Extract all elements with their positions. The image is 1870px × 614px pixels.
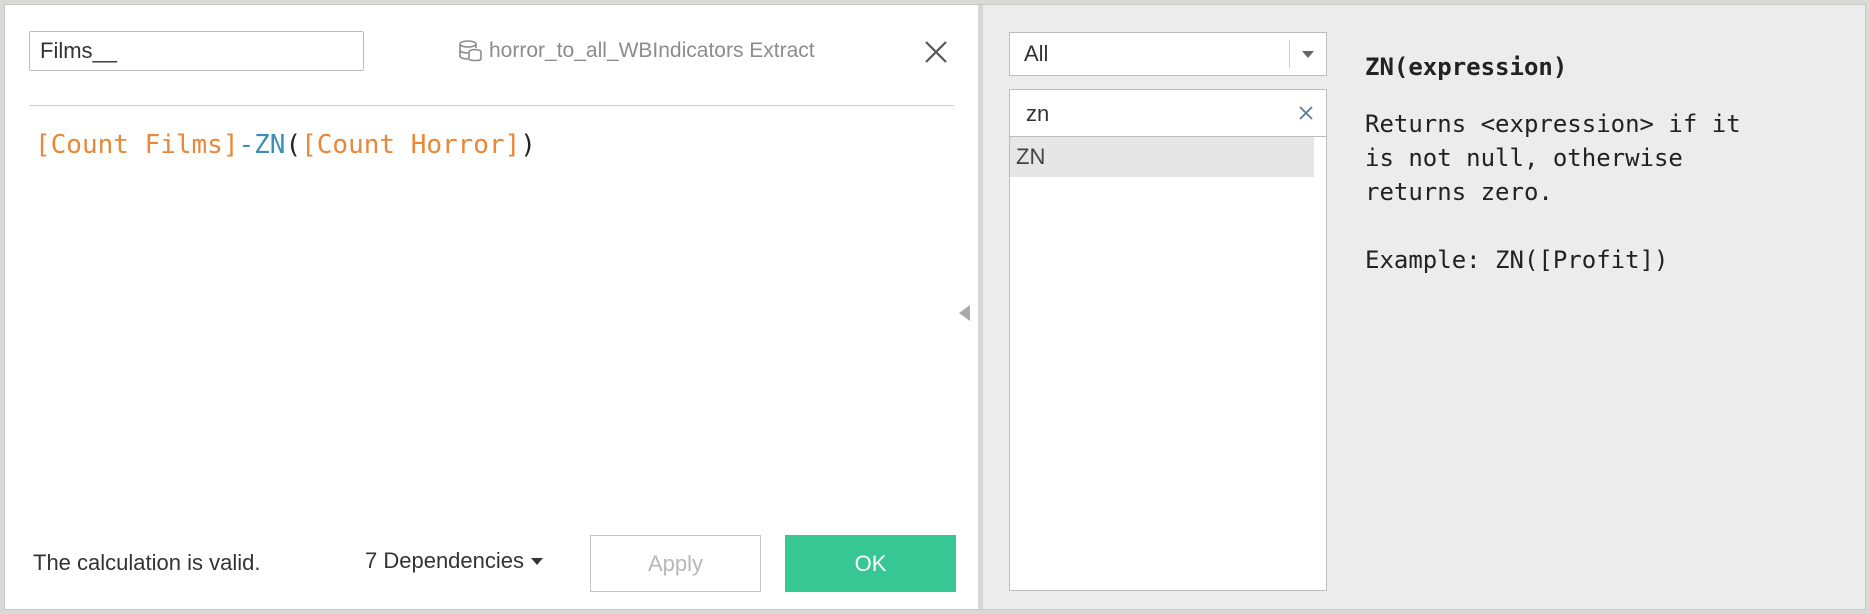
close-icon [925, 41, 947, 63]
formula-function-zn: ZN [254, 130, 286, 160]
validation-status: The calculation is valid. [33, 550, 261, 575]
calculation-name-input[interactable] [29, 31, 364, 71]
ok-button[interactable]: OK [785, 535, 956, 592]
help-description: Returns <expression> if it is not null, … [1365, 110, 1741, 206]
clear-search-button[interactable] [1296, 103, 1316, 123]
formula-editor[interactable]: [Count Films]-ZN([Count Horror]) [35, 130, 945, 470]
help-example: Example: ZN([Profit]) [1365, 246, 1669, 274]
apply-button[interactable]: Apply [590, 535, 761, 592]
clear-icon [1299, 106, 1313, 120]
header-divider [29, 105, 954, 106]
database-icon [459, 40, 482, 62]
function-help: ZN(expression) Returns <expression> if i… [1365, 53, 1855, 277]
formula-field-count-films: [Count Films] [35, 130, 239, 160]
formula-open-paren: ( [285, 130, 302, 160]
chevron-down-icon [1302, 51, 1314, 58]
function-list: ZN [1009, 137, 1327, 591]
collapse-panel-handle[interactable] [957, 303, 971, 323]
dependencies-dropdown[interactable]: 7 Dependencies [365, 548, 544, 574]
functions-pane: All ZN ZN(expression) Returns <expressio… [983, 5, 1865, 609]
function-category-select[interactable]: All [1009, 32, 1327, 76]
datasource-name: horror_to_all_WBIndicators Extract [489, 39, 815, 62]
function-category-value: All [1024, 41, 1049, 66]
caret-down-icon [531, 558, 544, 565]
close-button[interactable] [923, 39, 949, 65]
function-list-item[interactable]: ZN [1010, 137, 1314, 177]
formula-close-paren: ) [520, 130, 536, 160]
calculation-editor-dialog: horror_to_all_WBIndicators Extract [Coun… [4, 4, 1866, 610]
select-arrow [1290, 49, 1326, 59]
dependencies-label: 7 Dependencies [365, 548, 525, 573]
triangle-left-icon [959, 305, 970, 321]
function-search-input[interactable] [1024, 90, 1288, 138]
help-title: ZN(expression) [1365, 53, 1568, 81]
datasource-label: horror_to_all_WBIndicators Extract [457, 33, 815, 69]
function-search-box [1009, 89, 1327, 138]
formula-operator: - [238, 130, 255, 160]
formula-field-count-horror: [Count Horror] [301, 130, 521, 160]
editor-pane: horror_to_all_WBIndicators Extract [Coun… [5, 5, 978, 609]
